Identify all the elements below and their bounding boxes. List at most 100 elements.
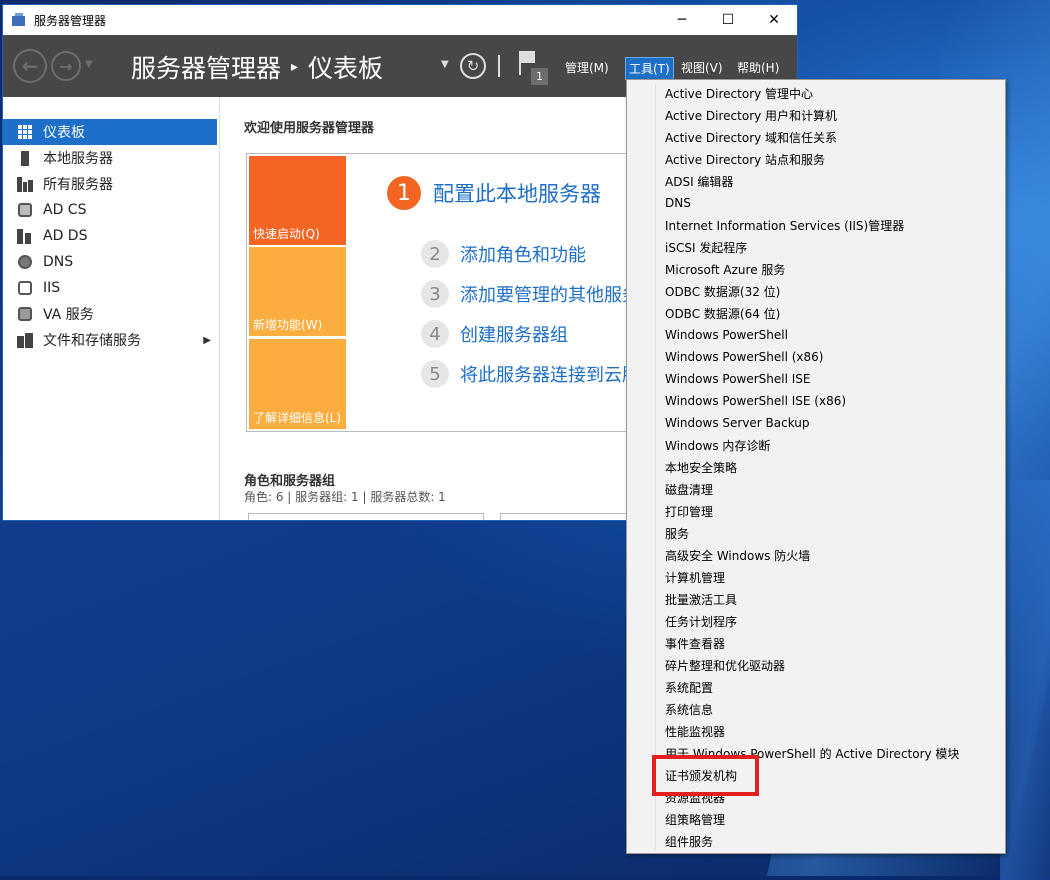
menu-view[interactable]: 视图(V) [678,57,726,78]
tools-menu-item[interactable]: 系统信息 [665,698,713,720]
tools-menu-item[interactable]: 打印管理 [665,500,713,522]
notifications-flag-button[interactable]: 1 [519,51,548,85]
role-card[interactable] [248,513,484,520]
tile-whats-new[interactable]: 新增功能(W) [249,247,346,336]
sidebar-item-label: 文件和存储服务 [43,333,141,349]
tools-menu-item[interactable]: 本地安全策略 [665,456,737,478]
tools-menu-item[interactable]: 组件服务 [665,830,713,852]
adcs-icon [17,202,33,218]
tools-menu-item[interactable]: 磁盘清理 [665,478,713,500]
minimize-button[interactable]: ─ [659,5,705,35]
step-number: 1 [387,176,421,210]
sidebar-item-adds[interactable]: AD DS [3,223,217,249]
sidebar-item-label: VA 服务 [43,307,94,323]
tools-menu-item[interactable]: 任务计划程序 [665,610,737,632]
expand-arrow-icon[interactable]: ▶ [203,335,211,346]
tools-menu-item[interactable]: 事件查看器 [665,632,725,654]
dashboard-icon [17,124,33,140]
light-beam [1000,480,1050,880]
tools-menu-item[interactable]: Windows Server Backup [665,412,810,434]
tools-menu-item[interactable]: Windows 内存诊断 [665,434,770,456]
breadcrumb-page: 仪表板 [308,54,384,83]
tools-menu-item[interactable]: Active Directory 站点和服务 [665,148,825,170]
sidebar-item-local-server[interactable]: 本地服务器 [3,145,217,171]
history-dropdown-icon[interactable]: ▼ [85,59,93,70]
tools-menu-item[interactable]: ADSI 编辑器 [665,170,733,192]
sidebar-item-all-servers[interactable]: 所有服务器 [3,171,217,197]
tools-menu-item[interactable]: 性能监视器 [665,720,725,742]
sidebar-item-label: 仪表板 [43,125,85,141]
tools-menu-item[interactable]: 组策略管理 [665,808,725,830]
roles-summary: 角色: 6 | 服务器组: 1 | 服务器总数: 1 [244,490,446,504]
tools-menu-item[interactable]: Internet Information Services (IIS)管理器 [665,214,904,236]
step-connect-cloud[interactable]: 5 将此服务器连接到云服务 [421,360,658,388]
quick-start-panel: 快速启动(Q) 新增功能(W) 了解详细信息(L) 1 配置此本地服务器 2 添… [246,153,658,432]
tools-menu-item[interactable]: 碎片整理和优化驱动器 [665,654,785,676]
step-add-roles[interactable]: 2 添加角色和功能 [421,240,586,268]
window-title: 服务器管理器 [34,13,107,28]
iis-icon [17,280,33,296]
tools-menu-item[interactable]: Active Directory 用户和计算机 [665,104,837,126]
refresh-button[interactable]: ↻ [460,53,486,79]
menu-tools[interactable]: 工具(T) [625,57,674,80]
sidebar-item-label: AD CS [43,202,87,218]
refresh-icon: ↻ [466,57,480,75]
close-button[interactable]: ✕ [751,5,797,35]
tools-menu-item[interactable]: DNS [665,192,691,214]
tile-learn-more[interactable]: 了解详细信息(L) [249,339,346,429]
sidebar-item-label: 本地服务器 [43,151,113,167]
sidebar-item-adcs[interactable]: AD CS [3,197,217,223]
welcome-heading: 欢迎使用服务器管理器 [244,121,375,136]
forward-button[interactable]: → [51,51,81,81]
step-number: 2 [421,240,449,268]
tools-menu-item[interactable]: 批量激活工具 [665,588,737,610]
arrow-right-icon: → [59,56,73,76]
breadcrumb-dropdown-icon[interactable]: ▼ [441,59,449,70]
tools-menu-item[interactable]: Windows PowerShell ISE (x86) [665,390,846,412]
menu-help[interactable]: 帮助(H) [734,57,782,78]
step-configure-local-server[interactable]: 1 配置此本地服务器 [387,176,601,210]
tools-menu-item[interactable]: Active Directory 域和信任关系 [665,126,837,148]
roles-heading: 角色和服务器组 [244,474,336,489]
tools-menu-item[interactable]: ODBC 数据源(32 位) [665,280,780,302]
breadcrumb-separator-icon: ▸ [291,59,299,75]
sidebar-item-va[interactable]: VA 服务 [3,301,217,327]
tools-menu-item[interactable]: Active Directory 管理中心 [665,82,813,104]
title-bar[interactable]: 服务器管理器 ─ ☐ ✕ [3,5,797,35]
arrow-left-icon: ← [21,54,39,78]
sidebar-item-dns[interactable]: DNS [3,249,217,275]
step-add-servers[interactable]: 3 添加要管理的其他服务器 [421,280,658,308]
breadcrumb-app[interactable]: 服务器管理器 [131,49,281,85]
back-button[interactable]: ← [13,49,47,83]
step-create-group[interactable]: 4 创建服务器组 [421,320,568,348]
sidebar-item-dashboard[interactable]: 仪表板 [3,119,217,145]
tools-menu-item[interactable]: Microsoft Azure 服务 [665,258,785,280]
step-link[interactable]: 创建服务器组 [460,321,568,347]
servers-icon [17,176,33,192]
sidebar-item-iis[interactable]: IIS [3,275,217,301]
sidebar-item-file-storage[interactable]: 文件和存储服务 ▶ [3,327,217,353]
tools-menu-item[interactable]: Windows PowerShell (x86) [665,346,823,368]
tile-quick-start[interactable]: 快速启动(Q) [249,156,346,245]
tools-menu-item[interactable]: ODBC 数据源(64 位) [665,302,780,324]
tools-menu-item[interactable]: 服务 [665,522,689,544]
tools-menu-item[interactable]: 系统配置 [665,676,713,698]
notification-count-badge: 1 [531,68,548,85]
tools-menu-item[interactable]: 高级安全 Windows 防火墙 [665,544,810,566]
highlight-annotation-box [652,755,759,796]
role-card[interactable] [500,513,642,520]
menu-manage[interactable]: 管理(M) [562,57,612,78]
maximize-button[interactable]: ☐ [705,5,751,35]
server-manager-app-icon [12,13,28,27]
step-link[interactable]: 配置此本地服务器 [433,178,601,208]
tools-menu-item[interactable]: 计算机管理 [665,566,725,588]
step-number: 4 [421,320,449,348]
tools-menu-item[interactable]: iSCSI 发起程序 [665,236,747,258]
tools-menu-item[interactable]: Windows PowerShell [665,324,788,346]
sidebar-item-label: IIS [43,280,61,296]
tools-menu-item[interactable]: Windows PowerShell ISE [665,368,811,390]
step-number: 3 [421,280,449,308]
step-number: 5 [421,360,449,388]
step-link[interactable]: 添加角色和功能 [460,241,586,267]
adds-icon [17,228,33,244]
